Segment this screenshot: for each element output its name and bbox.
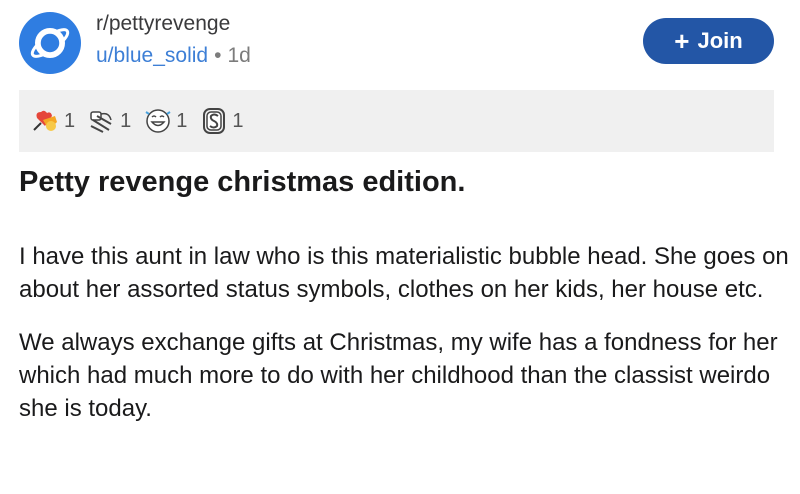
laughing-face-icon — [145, 109, 171, 133]
award-item[interactable]: 1 — [199, 106, 244, 136]
meta-separator: • — [214, 44, 222, 67]
award-item[interactable]: 1 — [87, 106, 131, 136]
award-count: 1 — [232, 109, 244, 132]
awards-bar[interactable]: 1 1 1 1 — [19, 90, 774, 152]
award-item[interactable]: 1 — [31, 106, 75, 136]
hug-icon — [90, 111, 112, 133]
post-title[interactable]: Petty revenge christmas edition. — [19, 166, 779, 199]
planet-icon — [30, 28, 70, 58]
award-count: 1 — [120, 109, 132, 132]
award-item[interactable]: 1 — [143, 106, 187, 136]
post-body: I have this aunt in law who is this mate… — [19, 240, 789, 445]
post-paragraph: I have this aunt in law who is this mate… — [19, 243, 789, 303]
award-count: 1 — [64, 109, 76, 132]
subreddit-name[interactable]: r/pettyrevenge — [96, 12, 230, 36]
post-age: 1d — [227, 44, 251, 67]
author-link[interactable]: u/blue_solid — [96, 44, 208, 67]
join-button[interactable]: + Join — [643, 18, 774, 64]
post-paragraph: We always exchange gifts at Christmas, m… — [19, 329, 778, 422]
join-label: Join — [697, 28, 743, 53]
subreddit-avatar[interactable] — [19, 12, 81, 74]
silver-award-icon — [203, 108, 226, 134]
plus-icon: + — [674, 26, 690, 56]
post-header: r/pettyrevenge u/blue_solid • 1d + Join — [0, 0, 800, 88]
award-count: 1 — [176, 109, 188, 132]
post-meta: u/blue_solid • 1d — [96, 44, 251, 68]
wholesome-seal-icon — [33, 110, 57, 131]
